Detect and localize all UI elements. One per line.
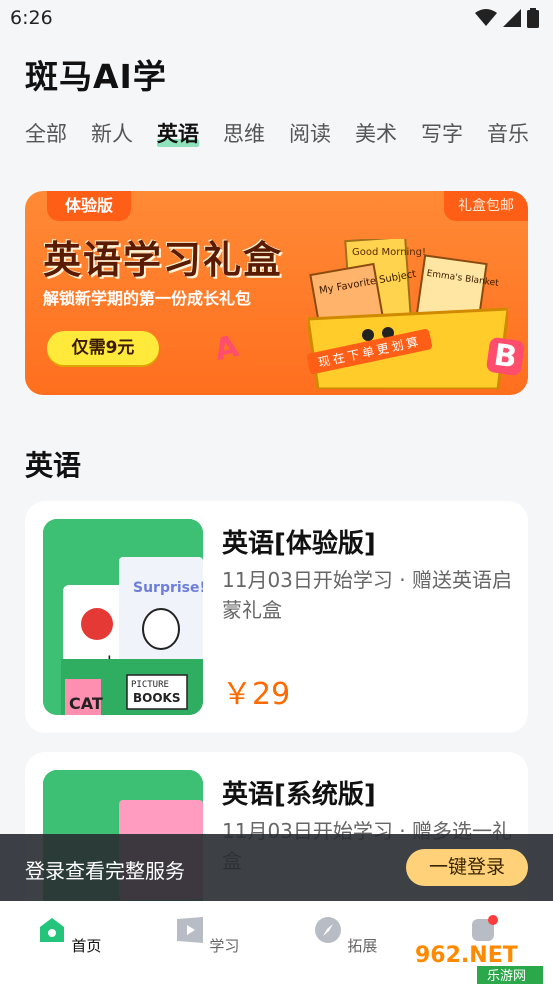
watermark-text: 962.NET (415, 943, 518, 968)
tab-thinking[interactable]: 思维 (223, 118, 265, 148)
tab-reading[interactable]: 阅读 (289, 118, 331, 148)
status-icons (475, 8, 539, 28)
tab-music[interactable]: 音乐 (487, 118, 529, 148)
course-description: 11月03日开始学习 · 赠送英语启蒙礼盒 (222, 568, 512, 622)
nav-explore[interactable]: 拓展 (305, 915, 385, 956)
tab-newcomer[interactable]: 新人 (91, 118, 133, 148)
thumb-surprise-text: Surprise! (133, 580, 203, 596)
nav-home[interactable]: 首页 (29, 915, 109, 956)
course-card-trial[interactable]: apple Surprise! PICTURE BOOKS CAT 英语[体验版… (25, 501, 528, 733)
banner-tag-trial: 体验版 (47, 191, 132, 221)
course-thumbnail-art: apple Surprise! PICTURE BOOKS CAT (43, 519, 203, 715)
signal-icon (503, 9, 521, 27)
banner-letter-b: B (485, 336, 526, 377)
banner-subtitle: 解锁新学期的第一份成长礼包 (43, 289, 252, 308)
status-time: 6:26 (10, 7, 53, 29)
nav-home-label: 首页 (71, 937, 102, 955)
course-thumbnail: apple Surprise! PICTURE BOOKS CAT (43, 519, 203, 715)
wifi-icon (475, 9, 497, 26)
status-bar: 6:26 (0, 0, 553, 38)
banner-price-button[interactable]: 仅需9元 (47, 331, 159, 365)
tab-art[interactable]: 美术 (355, 118, 397, 148)
login-prompt-bar: 登录查看完整服务 一键登录 (0, 834, 553, 901)
home-icon (39, 918, 64, 942)
tab-english[interactable]: 英语 (157, 118, 199, 148)
nav-explore-label: 拓展 (347, 937, 378, 955)
battery-icon (527, 8, 539, 28)
nav-study[interactable]: 学习 (167, 915, 247, 956)
promo-banner[interactable]: 体验版 礼盒包邮 英语学习礼盒 解锁新学期的第一份成长礼包 仅需9元 A Goo… (25, 191, 528, 395)
compass-icon (314, 917, 341, 943)
course-price: ￥29 (222, 677, 291, 712)
book-title-good-morning: Good Morning! (352, 247, 426, 258)
banner-tag-free-shipping: 礼盒包邮 (444, 191, 528, 221)
section-title: 英语 (25, 449, 82, 482)
course-name: 英语[体验版] (222, 529, 376, 559)
course-name: 英语[系统版] (222, 780, 376, 810)
one-click-login-button[interactable]: 一键登录 (406, 849, 528, 886)
tab-writing[interactable]: 写字 (421, 118, 463, 148)
site-watermark: 962.NET 乐游网 (415, 943, 543, 984)
thumb-cat-text: CAT (69, 694, 103, 713)
login-prompt-text: 登录查看完整服务 (25, 859, 185, 883)
app-title: 斑马AI学 (25, 57, 167, 96)
nav-study-label: 学习 (209, 937, 240, 955)
banner-letter-a: A (211, 328, 242, 369)
thumb-books-text: BOOKS (133, 691, 181, 705)
banner-title: 英语学习礼盒 (43, 238, 284, 282)
tab-all[interactable]: 全部 (25, 118, 67, 148)
play-book-icon (176, 917, 203, 943)
watermark-sub: 乐游网 (487, 969, 526, 984)
category-tabs: 全部 新人 英语 思维 阅读 美术 写字 音乐 (25, 118, 529, 148)
thumb-picture-text: PICTURE (131, 680, 169, 690)
